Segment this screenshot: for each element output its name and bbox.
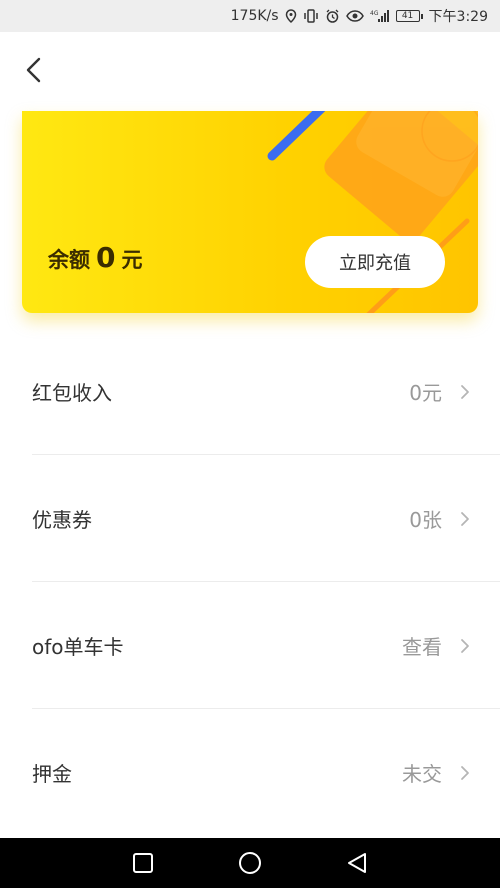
top-nav [0, 32, 500, 110]
back-button[interactable] [18, 54, 50, 86]
list-item-label: 押金 [32, 762, 72, 786]
signal-icon: 4G [370, 9, 390, 23]
chevron-right-icon [461, 638, 469, 653]
status-bar: 175K/s 4G 41 下午3:29 [0, 0, 500, 32]
balance-display: 余额 0 元 [48, 241, 142, 274]
alarm-icon [325, 9, 340, 24]
list-item-deposit[interactable]: 押金 未交 [0, 709, 500, 836]
vibrate-icon [303, 9, 319, 23]
network-speed: 175K/s [230, 8, 279, 24]
list-item-bike-card[interactable]: ofo单车卡 查看 [0, 582, 500, 709]
list-item-value: 未交 [402, 762, 442, 786]
back-nav-button[interactable] [337, 843, 377, 883]
balance-label: 余额 [48, 248, 90, 272]
chevron-right-icon [461, 384, 469, 399]
eye-icon [345, 10, 364, 22]
battery-icon: 41 [395, 10, 423, 22]
clock: 下午3:29 [428, 9, 488, 25]
list-item-label: 红包收入 [32, 381, 112, 405]
list-item-red-packet[interactable]: 红包收入 0元 [0, 328, 500, 455]
svg-text:4G: 4G [370, 10, 379, 17]
list-item-coupons[interactable]: 优惠券 0张 [0, 455, 500, 582]
balance-unit: 元 [121, 248, 143, 272]
square-icon [133, 853, 154, 873]
balance-card: 余额 0 元 立即充值 [22, 111, 478, 313]
recharge-button[interactable]: 立即充值 [305, 236, 445, 288]
list-item-value: 查看 [402, 635, 442, 659]
wallet-list: 红包收入 0元 优惠券 0张 ofo单车卡 查看 押金 未交 [0, 328, 500, 836]
list-item-value: 0张 [409, 508, 442, 532]
list-item-value: 0元 [409, 381, 442, 405]
battery-level: 41 [395, 10, 420, 22]
location-icon [285, 9, 297, 23]
triangle-back-icon [347, 853, 366, 873]
system-nav-bar [0, 838, 500, 888]
list-item-label: ofo单车卡 [32, 635, 124, 659]
balance-amount: 0 [96, 241, 116, 274]
recents-button[interactable] [123, 843, 163, 883]
chevron-right-icon [461, 511, 469, 526]
home-button[interactable] [230, 843, 270, 883]
circle-icon [238, 852, 261, 874]
list-item-label: 优惠券 [32, 508, 92, 532]
back-arrow-icon [26, 57, 41, 83]
chevron-right-icon [461, 765, 469, 780]
